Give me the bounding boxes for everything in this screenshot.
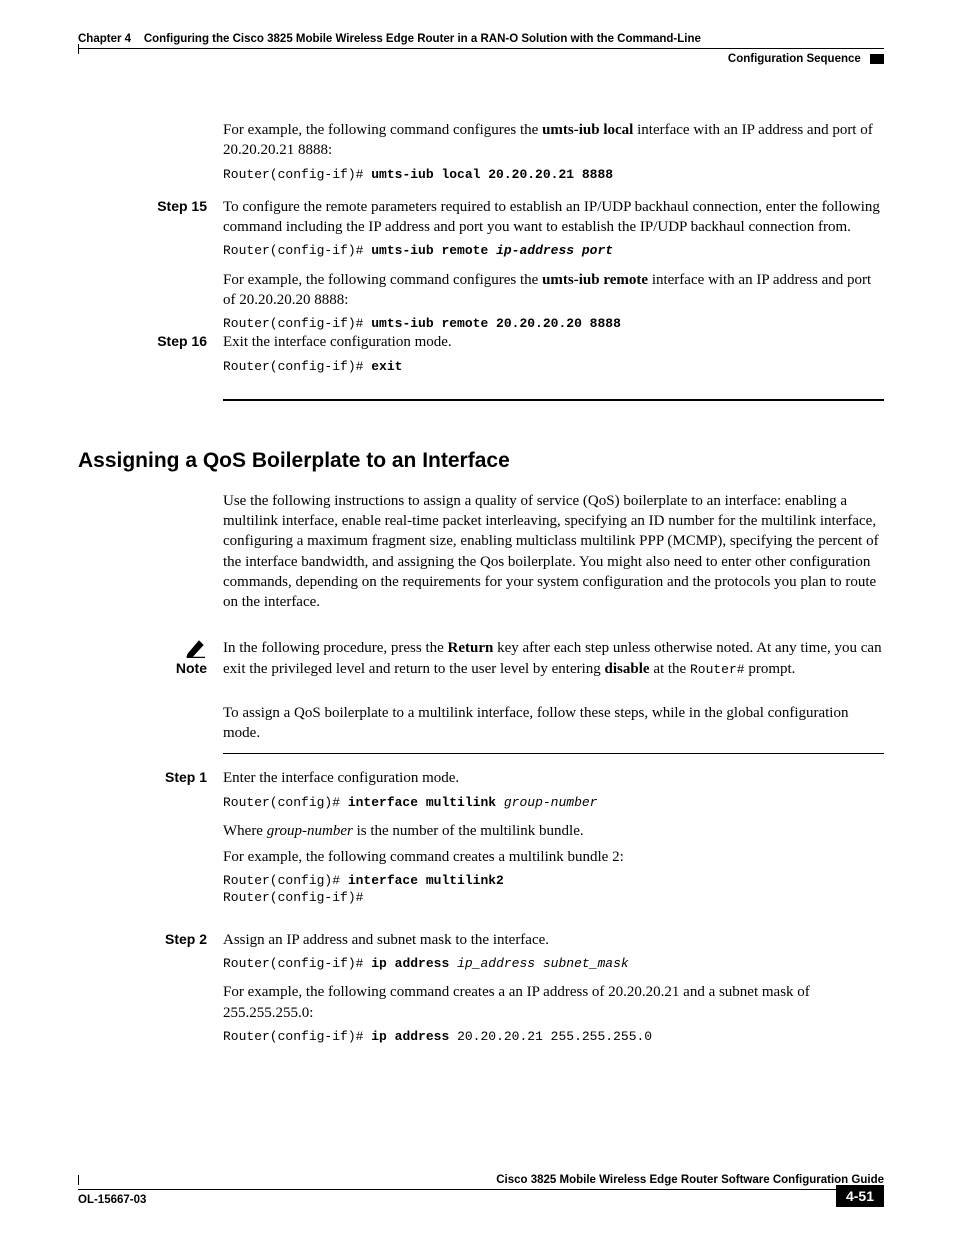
- page-footer: Cisco 3825 Mobile Wireless Edge Router S…: [78, 1174, 884, 1207]
- footer-book-title: Cisco 3825 Mobile Wireless Edge Router S…: [78, 1174, 884, 1189]
- note-block: Note In the following procedure, press t…: [78, 638, 884, 685]
- step-15: Step 15 To configure the remote paramete…: [78, 197, 884, 333]
- step-label: Step 16: [78, 332, 223, 385]
- code-syntax: Router(config-if)# ip address ip_address…: [223, 956, 884, 972]
- step-label: Step 2: [78, 930, 223, 1055]
- body-paragraph: To configure the remote parameters requi…: [223, 197, 884, 238]
- step-1: Step 1 Enter the interface configuration…: [78, 768, 884, 916]
- code-syntax: Router(config-if)# umts-iub remote ip-ad…: [223, 243, 884, 259]
- body-paragraph: For example, the following command creat…: [223, 982, 884, 1023]
- body-paragraph: For example, the following command confi…: [223, 120, 884, 161]
- page-header: Chapter 4 Configuring the Cisco 3825 Mob…: [78, 33, 884, 48]
- thin-divider: [223, 753, 884, 754]
- body-paragraph: For example, the following command confi…: [223, 270, 884, 311]
- body-paragraph: Enter the interface configuration mode.: [223, 768, 884, 788]
- step-2: Step 2 Assign an IP address and subnet m…: [78, 930, 884, 1055]
- body-paragraph: To assign a QoS boilerplate to a multili…: [223, 703, 884, 744]
- code-example: Router(config-if)# umts-iub local 20.20.…: [223, 167, 884, 183]
- step-label: Step 15: [78, 197, 223, 333]
- footer-doc-id: OL-15667-03: [78, 1194, 836, 1206]
- section-heading: Assigning a QoS Boilerplate to an Interf…: [78, 449, 884, 473]
- body-paragraph: Exit the interface configuration mode.: [223, 332, 884, 352]
- note-text: In the following procedure, press the Re…: [223, 638, 884, 679]
- body-paragraph: Use the following instructions to assign…: [223, 491, 884, 613]
- section-divider: [223, 399, 884, 401]
- step-label: Step 1: [78, 768, 223, 916]
- pencil-icon: [185, 638, 207, 658]
- code-example: Router(config-if)# umts-iub remote 20.20…: [223, 316, 884, 332]
- chapter-title: Configuring the Cisco 3825 Mobile Wirele…: [144, 33, 701, 45]
- body-paragraph: Assign an IP address and subnet mask to …: [223, 930, 884, 950]
- chapter-label: Chapter 4: [78, 33, 131, 45]
- note-label: Note: [78, 660, 207, 676]
- section-name: Configuration Sequence: [728, 53, 861, 65]
- step-16: Step 16 Exit the interface configuration…: [78, 332, 884, 385]
- body-paragraph: Where group-number is the number of the …: [223, 821, 884, 841]
- code-syntax: Router(config)# interface multilink grou…: [223, 795, 884, 811]
- page-number: 4-51: [836, 1185, 884, 1207]
- code-example: Router(config-if)# ip address 20.20.20.2…: [223, 1029, 884, 1045]
- code-example: Router(config)# interface multilink2 Rou…: [223, 873, 884, 906]
- code-example: Router(config-if)# exit: [223, 359, 884, 375]
- header-accent-icon: [870, 54, 884, 64]
- body-paragraph: For example, the following command creat…: [223, 847, 884, 867]
